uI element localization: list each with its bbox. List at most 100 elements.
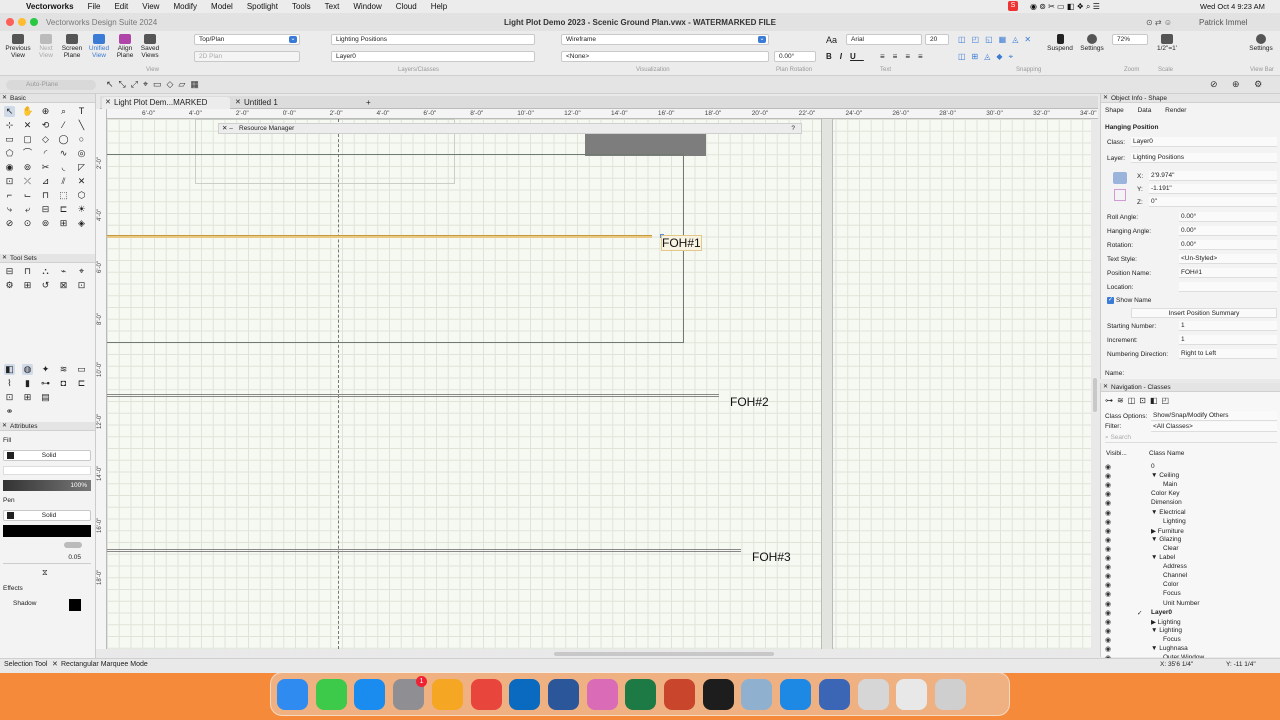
visibility-eye-icon[interactable]: ◉ <box>1105 463 1111 471</box>
toolset-video-icon[interactable]: ⊶ <box>40 378 51 389</box>
system-settings-icon[interactable]: 1 <box>393 676 428 710</box>
y-field[interactable]: -1.191" <box>1149 184 1277 194</box>
launchpad-icon[interactable] <box>431 679 463 710</box>
stake-tool-icon[interactable]: ⊚ <box>40 218 51 229</box>
class-row[interactable]: Focus <box>1163 590 1181 597</box>
increment-field[interactable]: 1 <box>1179 335 1277 345</box>
menu-clock[interactable]: Wed Oct 4 9:23 AM <box>1200 2 1265 11</box>
plane-dropdown[interactable]: 2D Plan <box>194 51 300 62</box>
filter-dropdown[interactable]: <All Classes> <box>1151 422 1277 432</box>
numbering-direction-dropdown[interactable]: Right to Left <box>1179 349 1277 359</box>
menu-file[interactable]: File <box>88 2 101 11</box>
visibility-eye-icon[interactable]: ◉ <box>1105 545 1111 553</box>
insert-position-summary-button[interactable]: Insert Position Summary <box>1131 308 1277 318</box>
selection-tool-icon[interactable]: ↖ <box>4 106 15 117</box>
menu-text[interactable]: Text <box>325 2 340 11</box>
double-line-tool-icon[interactable]: ◉ <box>4 162 15 173</box>
unified-view-button[interactable]: Unified View <box>86 34 112 59</box>
class-row[interactable]: 0 <box>1151 463 1155 470</box>
starting-number-field[interactable]: 1 <box>1179 321 1277 331</box>
toolset-building-shell-icon[interactable]: ⊓ <box>22 266 33 277</box>
arc-tool-icon[interactable]: ◜ <box>40 148 51 159</box>
class-row[interactable]: Color <box>1163 581 1179 588</box>
menu-help[interactable]: Help <box>431 2 447 11</box>
active-class-dropdown[interactable]: Lighting Positions <box>331 34 535 45</box>
symbol-tool-icon[interactable]: ⊘ <box>4 218 15 229</box>
view-dropdown[interactable]: Top/Plan ⌄ <box>194 34 300 45</box>
user-name[interactable]: Patrick Immel <box>1199 18 1247 27</box>
font-size-dropdown[interactable]: 20 <box>925 34 949 45</box>
foh1-label[interactable]: FOH#1 <box>661 235 702 251</box>
visibility-eye-icon[interactable]: ◉ <box>1105 581 1111 589</box>
text-format-buttons[interactable]: BIU <box>826 52 864 61</box>
app-store-icon[interactable] <box>354 679 386 710</box>
menu-edit[interactable]: Edit <box>114 2 128 11</box>
foh2-label[interactable]: FOH#2 <box>730 395 769 409</box>
toolset-dims-icon[interactable]: ⊟ <box>4 266 15 277</box>
render-mode-dropdown[interactable]: Wireframe ⌄ <box>561 34 769 45</box>
eyedropper-tool-icon[interactable]: ⁄ <box>58 120 69 131</box>
minimize-window-button[interactable] <box>18 18 26 26</box>
text-tool-icon[interactable]: T <box>76 106 87 117</box>
visibility-eye-icon[interactable]: ◉ <box>1105 518 1111 526</box>
shell-tool-icon[interactable]: ⊏ <box>58 204 69 215</box>
powerpoint-icon[interactable] <box>664 679 695 710</box>
light-tool-icon[interactable]: ☀ <box>76 204 87 215</box>
fill-style-dropdown[interactable]: Solid <box>3 450 91 461</box>
toolset-lighting-icon[interactable]: ◧ <box>4 364 15 375</box>
visibility-eye-icon[interactable]: ◉ <box>1105 554 1111 562</box>
vertical-scrollbar[interactable] <box>1093 378 1097 412</box>
photos-icon[interactable] <box>586 679 618 710</box>
view-bar-settings-button[interactable]: Settings <box>1246 34 1276 52</box>
toolset-lighting-devices-icon[interactable]: ◍ <box>22 364 33 375</box>
foh3-label[interactable]: FOH#3 <box>752 550 791 564</box>
class-row[interactable]: ▼ Electrical <box>1151 509 1186 516</box>
close-window-button[interactable] <box>6 18 14 26</box>
toolset-hoist-icon[interactable]: ▮ <box>22 378 33 389</box>
proscenium-wall[interactable] <box>821 119 833 649</box>
line-type-toggle[interactable] <box>64 542 82 548</box>
fill-color-swatch[interactable] <box>7 452 14 459</box>
previous-view-button[interactable]: Previous View <box>4 34 32 59</box>
visibility-eye-icon[interactable]: ◉ <box>1105 645 1111 653</box>
tab-light-plot[interactable]: ✕Light Plot Dem...MARKED FILE <box>102 97 230 119</box>
vectorworks-status-icon[interactable]: S <box>1008 1 1018 11</box>
class-row[interactable]: Dimension <box>1151 499 1182 506</box>
toolset-rigging-icon[interactable]: ▭ <box>76 364 87 375</box>
toolset-labels-icon[interactable]: ▤ <box>40 392 51 403</box>
layer-dropdown[interactable]: Lighting Positions <box>1131 153 1277 163</box>
menu-window[interactable]: Window <box>353 2 381 11</box>
freehand-tool-icon[interactable]: ∿ <box>58 148 69 159</box>
grid-tool-icon[interactable]: ⊞ <box>58 218 69 229</box>
excel-icon[interactable] <box>625 679 657 710</box>
auto-plane-toggle[interactable]: Auto-Plane <box>6 80 96 90</box>
slab-tool-icon[interactable]: ⬚ <box>58 190 69 201</box>
class-row[interactable]: ▼ Glazing <box>1151 536 1181 543</box>
tab-data[interactable]: Data <box>1138 107 1152 114</box>
mirror-tool-icon[interactable]: ⫽ <box>58 176 69 187</box>
class-row[interactable]: ▼ Lughnasa <box>1151 645 1188 652</box>
menu-modify[interactable]: Modify <box>173 2 197 11</box>
visibility-eye-icon[interactable]: ◉ <box>1105 481 1111 489</box>
line-ends-icon[interactable]: ⧖ <box>42 568 48 578</box>
loft-tool-icon[interactable]: ⊟ <box>40 204 51 215</box>
search-input[interactable]: ⌕ Search <box>1105 434 1277 443</box>
pen-color-swatch[interactable] <box>7 512 14 519</box>
attribute-mapping-tool-icon[interactable]: ◈ <box>76 218 87 229</box>
shadow-color-swatch[interactable] <box>69 599 81 611</box>
close-tab-icon[interactable]: ✕ <box>105 97 111 109</box>
rounded-rect-tool-icon[interactable]: ▢ <box>22 134 33 145</box>
visibility-eye-icon[interactable]: ◉ <box>1105 627 1111 635</box>
stage-outline[interactable] <box>107 154 684 343</box>
outlook-icon[interactable] <box>509 679 541 710</box>
class-row[interactable]: Address <box>1163 563 1187 570</box>
downloads-icon[interactable] <box>896 679 928 710</box>
class-row[interactable]: Clear <box>1163 545 1179 552</box>
z-field[interactable]: 0" <box>1149 197 1277 207</box>
oval-tool-icon[interactable]: ◯ <box>58 134 69 145</box>
polygon-tool-icon[interactable]: ⬠ <box>4 148 15 159</box>
close-mode-icon[interactable]: ✕ <box>52 659 58 671</box>
class-row[interactable]: Color Key <box>1151 490 1180 497</box>
visibility-eye-icon[interactable]: ◉ <box>1105 499 1111 507</box>
trash-icon[interactable] <box>934 679 966 710</box>
